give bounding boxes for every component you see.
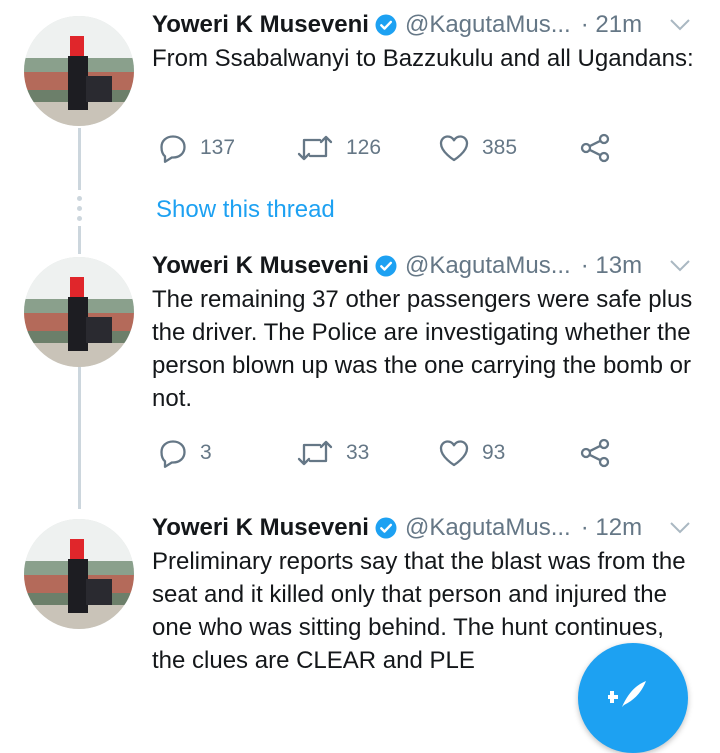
reply-count: 3 [200,441,212,464]
thread-gap-dots [76,196,82,226]
retweet-icon [297,440,333,466]
chevron-down-icon[interactable] [668,515,692,539]
tweet-timestamp[interactable]: · 21m [581,11,642,39]
author-name[interactable]: Yoweri K Museveni [152,11,369,39]
avatar[interactable] [24,16,134,126]
compose-tweet-icon [608,681,646,707]
author-name[interactable]: Yoweri K Museveni [152,514,369,542]
verified-badge-icon [375,14,397,36]
tweet-header: Yoweri K Museveni @KagutaMus... · 13m [152,249,642,283]
tweet-header: Yoweri K Museveni @KagutaMus... · 12m [152,511,642,545]
thread-line [78,128,81,190]
reply-count: 137 [200,136,236,159]
thread-line [78,226,81,254]
verified-badge-icon [375,255,397,277]
reply-button[interactable]: 3 [158,435,212,471]
tweet-actions: 137 126 385 [152,130,622,166]
tweet-header: Yoweri K Museveni @KagutaMus... · 21m [152,8,642,42]
retweet-count: 33 [346,441,370,464]
like-button[interactable]: 93 [438,435,505,471]
tweet-text: The remaining 37 other passengers were s… [152,286,693,412]
reply-icon [160,440,186,468]
reply-button[interactable]: 137 [158,130,235,166]
heart-icon [439,135,469,162]
author-name[interactable]: Yoweri K Museveni [152,252,369,280]
author-handle[interactable]: @KagutaMus... [405,11,571,39]
tweet-text: From Ssabalwanyi to Bazzukulu and all Ug… [152,45,694,72]
like-button[interactable]: 385 [438,130,517,166]
tweet-actions: 3 33 93 [152,435,622,471]
avatar[interactable] [24,257,134,367]
retweet-button[interactable]: 33 [296,435,369,471]
share-icon [580,438,610,468]
verified-badge-icon [375,517,397,539]
retweet-icon [297,135,333,161]
like-count: 385 [482,136,518,159]
thread-line [78,367,81,509]
tweet-timestamp[interactable]: · 12m [581,514,642,542]
share-button[interactable] [580,435,610,471]
author-handle[interactable]: @KagutaMus... [405,252,571,280]
retweet-count: 126 [346,136,382,159]
like-count: 93 [482,441,506,464]
avatar[interactable] [24,519,134,629]
show-thread-link[interactable]: Show this thread [156,196,335,224]
heart-icon [439,440,469,467]
chevron-down-icon[interactable] [668,253,692,277]
share-button[interactable] [580,130,610,166]
compose-tweet-button[interactable] [578,643,688,753]
share-icon [580,133,610,163]
retweet-button[interactable]: 126 [296,130,381,166]
tweet-timestamp[interactable]: · 13m [581,252,642,280]
reply-icon [160,135,186,163]
chevron-down-icon[interactable] [668,12,692,36]
author-handle[interactable]: @KagutaMus... [405,514,571,542]
